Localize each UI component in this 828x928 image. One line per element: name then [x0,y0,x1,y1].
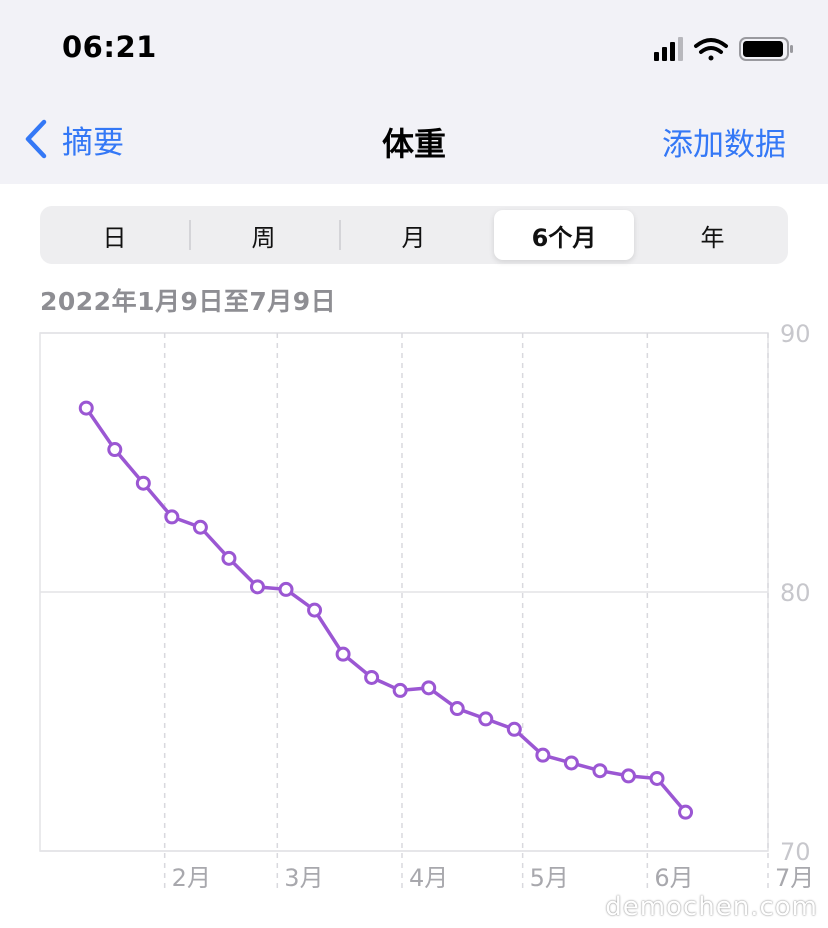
data-point [620,768,636,784]
data-point [249,579,265,595]
data-point [649,770,665,786]
segment-6-months[interactable]: 6个月 [494,210,634,260]
status-icons [654,37,793,61]
y-tick-label: 70 [780,838,811,866]
segment-day[interactable]: 日 [40,206,189,264]
watermark: demochen.com [605,892,818,922]
wifi-icon [694,38,728,61]
nav-bar: 摘要 体重 添加数据 [0,95,828,184]
data-point [392,682,408,698]
data-point [135,475,151,491]
battery-icon [739,37,793,61]
data-point [164,509,180,525]
x-tick-label: 2月 [172,864,211,892]
data-point [592,763,608,779]
x-tick-label: 3月 [284,864,323,892]
data-point [307,602,323,618]
y-tick-label: 80 [780,579,811,607]
segment-week[interactable]: 周 [189,206,338,264]
data-point [107,442,123,458]
x-tick-label: 6月 [654,864,693,892]
data-point [364,669,380,685]
data-point [78,400,94,416]
data-point [221,550,237,566]
status-time: 06:21 [62,30,157,64]
x-tick-label: 4月 [409,864,448,892]
weight-series-line [84,406,688,814]
add-data-button[interactable]: 添加数据 [662,119,786,164]
segment-month[interactable]: 月 [339,206,488,264]
data-point [478,711,494,727]
segment-year[interactable]: 年 [638,206,787,264]
x-tick-label: 5月 [530,864,569,892]
data-point [449,701,465,717]
data-point [421,680,437,696]
data-point [563,755,579,771]
cellular-signal-icon [654,37,683,61]
data-point [506,721,522,737]
date-range-label: 2022年1月9日至7月9日 [40,287,337,316]
status-bar: 06:21 [0,0,828,95]
weight-line-chart: 90 80 70 2月 3月 4月 5月 6月 7月 [39,320,814,892]
data-point [192,519,208,535]
time-range-segmented-control: 日 周 月 6个月 年 [40,206,788,264]
y-tick-label: 90 [780,320,811,348]
data-point [278,581,294,597]
data-point [535,747,551,763]
data-point [335,646,351,662]
data-point [678,804,694,820]
x-tick-label: 7月 [775,864,814,892]
